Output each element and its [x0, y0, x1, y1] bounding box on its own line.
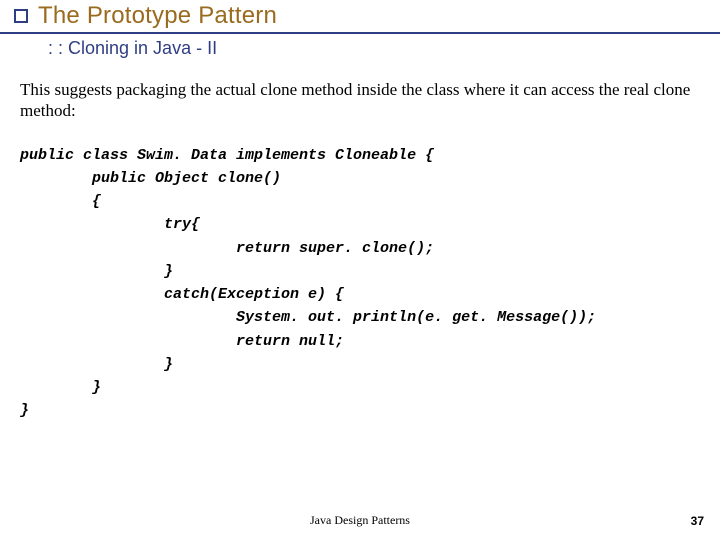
code-line: } [20, 263, 173, 280]
code-line: catch(Exception e) { [20, 286, 344, 303]
body-paragraph: This suggests packaging the actual clone… [20, 79, 694, 122]
code-line: } [20, 379, 101, 396]
slide-title: The Prototype Pattern [38, 2, 277, 30]
code-line: } [20, 356, 173, 373]
code-line: public Object clone() [20, 170, 281, 187]
slide-subtitle: : : Cloning in Java - II [48, 38, 720, 59]
code-line: return super. clone(); [20, 240, 434, 257]
slide: The Prototype Pattern : : Cloning in Jav… [0, 0, 720, 540]
code-line: try{ [20, 216, 200, 233]
code-line: { [20, 193, 101, 210]
code-block: public class Swim. Data implements Clone… [20, 144, 720, 423]
slide-header: The Prototype Pattern : : Cloning in Jav… [0, 0, 720, 59]
title-underline [0, 32, 720, 34]
code-line: } [20, 402, 29, 419]
code-line: return null; [20, 333, 344, 350]
code-line: public class Swim. Data implements Clone… [20, 147, 434, 164]
code-line: System. out. println(e. get. Message()); [20, 309, 596, 326]
page-number: 37 [691, 514, 704, 528]
title-row: The Prototype Pattern [14, 2, 720, 30]
square-bullet-icon [14, 9, 28, 23]
footer-text: Java Design Patterns [0, 513, 720, 528]
